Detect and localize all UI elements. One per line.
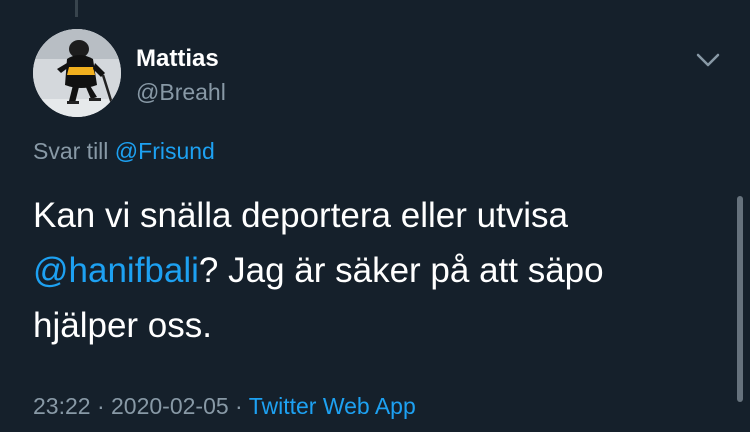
mention-link[interactable]: @hanifbali [33, 251, 199, 290]
meta-separator: · [90, 393, 112, 419]
tweet-source-link[interactable]: Twitter Web App [249, 393, 416, 419]
reply-context: Svar till @Frisund [33, 137, 215, 165]
display-name[interactable]: Mattias [136, 44, 219, 74]
tweet-date-link[interactable]: 2020-02-05 [111, 393, 229, 419]
reply-to-mention-link[interactable]: @Frisund [115, 138, 215, 164]
reply-prefix: Svar till [33, 138, 109, 164]
thread-connector-line [75, 0, 78, 17]
meta-separator: · [228, 393, 249, 419]
tweet-card: Mattias @Breahl Svar till @Frisund Kan v… [0, 0, 750, 432]
tweet-time-link[interactable]: 23:22 [33, 393, 91, 419]
avatar[interactable] [33, 29, 121, 117]
tweet-metadata: 23:22 · 2020-02-05 · Twitter Web App [33, 392, 416, 420]
chevron-down-icon[interactable] [694, 46, 722, 74]
user-handle[interactable]: @Breahl [136, 78, 226, 106]
tweet-text-part1: Kan vi snälla deportera eller utvisa [33, 196, 569, 235]
tweet-text: Kan vi snälla deportera eller utvisa @ha… [33, 188, 713, 353]
hockey-player-avatar-icon [33, 29, 121, 117]
scrollbar[interactable] [737, 196, 743, 402]
